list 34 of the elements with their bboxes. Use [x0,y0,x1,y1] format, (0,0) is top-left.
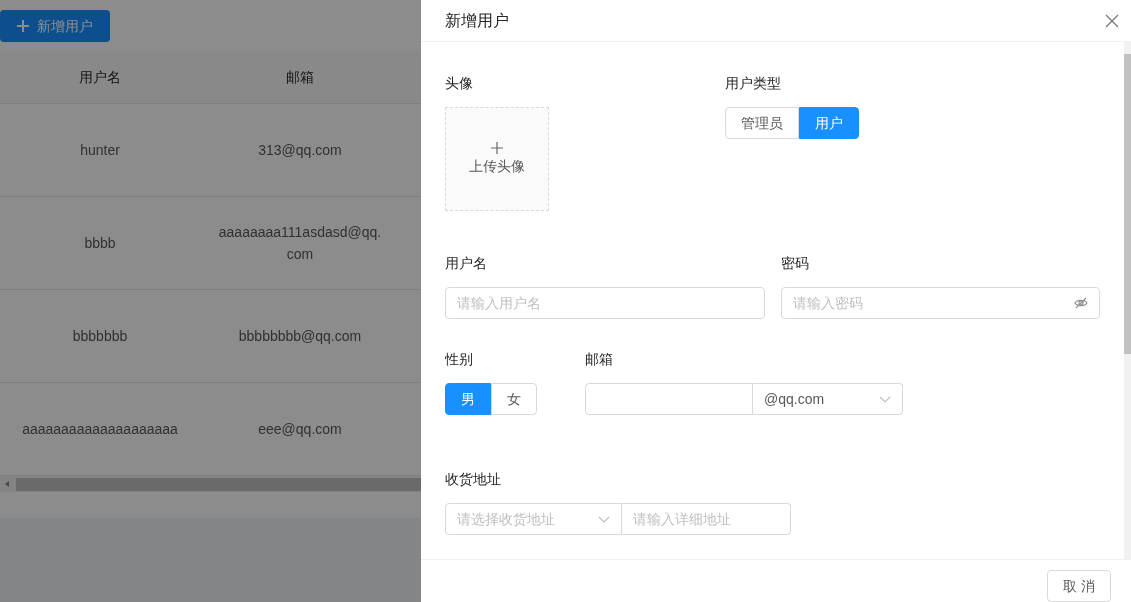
table-cell-text: 313@qq.com [258,141,342,160]
table-cell-text: hunter [80,141,120,160]
email-field[interactable] [585,383,753,415]
address-field[interactable]: 请输入详细地址 [622,503,791,535]
radio-button[interactable]: 女 [491,383,537,415]
close-icon[interactable] [1105,13,1119,28]
table-cell-text: bbbb [84,234,116,253]
drawer-title: 新增用户 [445,10,509,31]
radio-button[interactable]: 管理员 [725,107,799,139]
field-label: 用户名 [445,254,487,273]
field-label: 密码 [781,254,809,273]
username-field[interactable]: 请输入用户名 [445,287,765,319]
password-field[interactable]: 请输入密码 [781,287,1100,319]
upload-label: 上传头像 [469,156,525,176]
field-label: 用户类型 [725,74,781,93]
horizontal-scrollbar[interactable] [0,476,421,492]
field-label: 邮箱 [585,350,613,369]
domain-select[interactable]: @qq.com [753,383,903,415]
table-cell-text: bbbbbbb [72,327,128,346]
table-cell-text: eee@qq.com [258,420,342,439]
field-label: 收货地址 [445,470,501,489]
vertical-scrollbar[interactable] [1124,42,1131,559]
table-cell-text: aaaaaaaa111asdasd@qq.com [217,223,383,264]
cancel-button[interactable]: 取 消 [1047,570,1111,602]
field-label: 性别 [445,350,473,369]
table-cell-text: bbbbbbbb@qq.com [238,327,362,346]
eye-slash-icon[interactable] [1074,296,1088,310]
field-label: 头像 [445,74,473,93]
column-header: 邮箱 [286,68,314,87]
plus-icon [491,141,503,154]
column-header: 用户名 [79,68,121,87]
table-cell-text: aaaaaaaaaaaaaaaaaaaa [22,420,178,439]
plus-icon [17,20,29,32]
upload-box[interactable]: 上传头像 [445,107,549,211]
